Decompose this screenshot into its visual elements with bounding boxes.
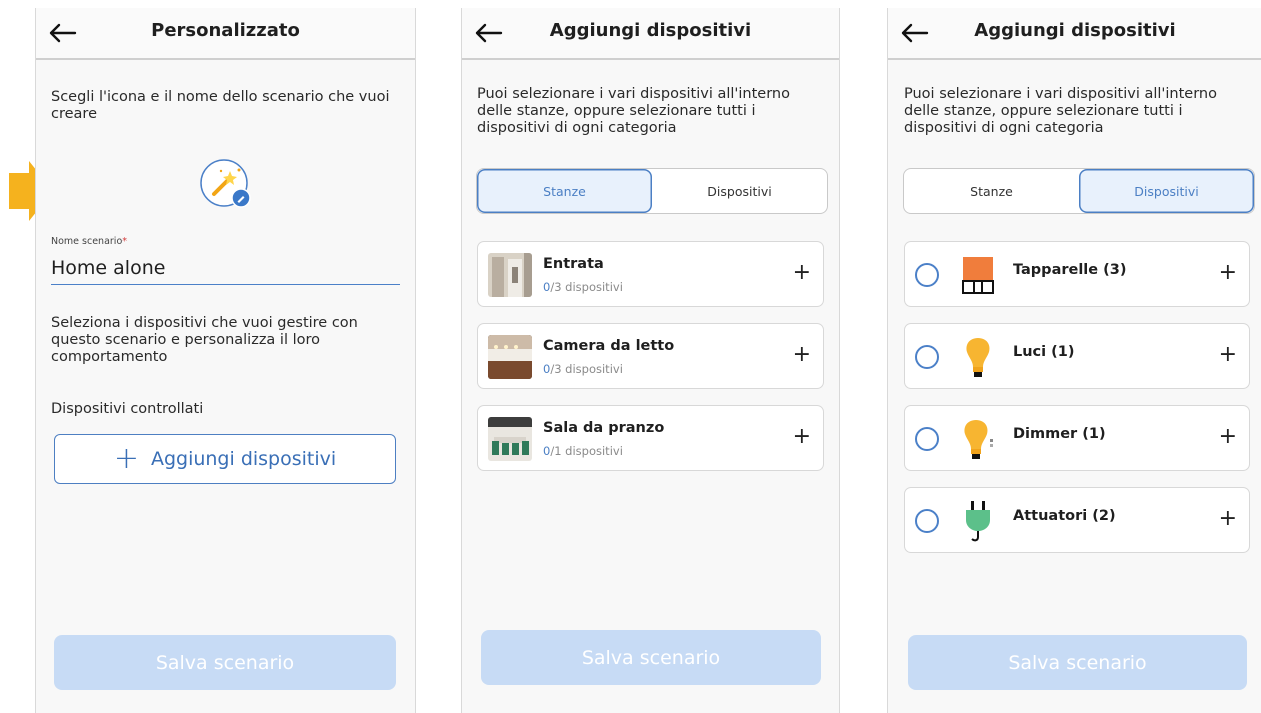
- select-radio[interactable]: [915, 263, 939, 287]
- screen-add-devices-rooms: Aggiungi dispositivi Puoi selezionare i …: [461, 8, 840, 713]
- category-label: Dimmer (1): [1013, 426, 1106, 442]
- expand-plus-icon[interactable]: +: [1219, 262, 1237, 284]
- room-card-entrata[interactable]: Entrata 0/3 dispositivi +: [477, 241, 824, 307]
- scenario-name-label: Nome scenario*: [51, 236, 128, 247]
- dimmer-icon: [964, 420, 993, 459]
- intro-text: Scegli l'icona e il nome dello scenario …: [51, 89, 390, 122]
- select-radio[interactable]: [915, 427, 939, 451]
- tab-rooms[interactable]: Stanze: [904, 169, 1079, 213]
- category-label: Luci (1): [1013, 344, 1075, 360]
- category-card-attuatori[interactable]: Attuatori (2) +: [904, 487, 1250, 553]
- view-toggle: Stanze Dispositivi: [903, 168, 1255, 214]
- save-scenario-button[interactable]: Salva scenario: [481, 630, 821, 685]
- input-underline: [51, 284, 400, 285]
- help-text: Seleziona i dispositivi che vuoi gestire…: [51, 315, 358, 365]
- category-card-luci[interactable]: Luci (1) +: [904, 323, 1250, 389]
- intro-text: Puoi selezionare i vari dispositivi all'…: [904, 86, 1217, 136]
- room-name: Entrata: [543, 256, 604, 272]
- category-label: Tapparelle (3): [1013, 262, 1127, 278]
- bulb-icon: [966, 338, 990, 377]
- page-title: Aggiungi dispositivi: [974, 20, 1176, 41]
- select-radio[interactable]: [915, 509, 939, 533]
- header: Personalizzato: [36, 8, 415, 60]
- room-photo-camera-da-letto: [488, 335, 532, 379]
- room-device-count: 0/3 dispositivi: [543, 362, 623, 376]
- shutter-icon: [962, 257, 994, 294]
- screen-custom-scenario: Personalizzato Scegli l'icona e il nome …: [35, 8, 416, 713]
- room-name: Camera da letto: [543, 338, 675, 354]
- devices-heading: Dispositivi controllati: [51, 401, 204, 417]
- expand-plus-icon[interactable]: +: [1219, 344, 1237, 366]
- tab-rooms[interactable]: Stanze: [477, 169, 652, 213]
- magic-wand-icon[interactable]: [199, 158, 251, 210]
- page-title: Personalizzato: [151, 20, 300, 41]
- intro-text: Puoi selezionare i vari dispositivi all'…: [477, 86, 790, 136]
- save-scenario-button[interactable]: Salva scenario: [908, 635, 1247, 690]
- add-devices-button[interactable]: + Aggiungi dispositivi: [54, 434, 396, 484]
- tab-devices[interactable]: Dispositivi: [652, 169, 827, 213]
- expand-plus-icon[interactable]: +: [1219, 508, 1237, 530]
- screen-add-devices-categories: Aggiungi dispositivi Puoi selezionare i …: [887, 8, 1261, 713]
- page-title: Aggiungi dispositivi: [549, 20, 752, 41]
- save-scenario-button[interactable]: Salva scenario: [54, 635, 396, 690]
- category-card-tapparelle[interactable]: Tapparelle (3) +: [904, 241, 1250, 307]
- room-device-count: 0/3 dispositivi: [543, 280, 623, 294]
- plug-icon: [966, 501, 990, 542]
- expand-plus-icon[interactable]: +: [1219, 426, 1237, 448]
- header: Aggiungi dispositivi: [462, 8, 839, 60]
- scenario-name-input[interactable]: Home alone: [51, 257, 165, 279]
- view-toggle: Stanze Dispositivi: [476, 168, 828, 214]
- tab-devices[interactable]: Dispositivi: [1079, 169, 1254, 213]
- expand-plus-icon[interactable]: +: [793, 426, 811, 448]
- header: Aggiungi dispositivi: [888, 8, 1261, 60]
- select-radio[interactable]: [915, 345, 939, 369]
- expand-plus-icon[interactable]: +: [793, 344, 811, 366]
- room-photo-sala-da-pranzo: [488, 417, 532, 461]
- add-devices-label: Aggiungi dispositivi: [150, 448, 337, 470]
- category-card-dimmer[interactable]: Dimmer (1) +: [904, 405, 1250, 471]
- room-card-sala-da-pranzo[interactable]: Sala da pranzo 0/1 dispositivi +: [477, 405, 824, 471]
- room-device-count: 0/1 dispositivi: [543, 444, 623, 458]
- expand-plus-icon[interactable]: +: [793, 262, 811, 284]
- room-photo-entrata: [488, 253, 532, 297]
- plus-icon: +: [113, 441, 139, 476]
- room-card-camera-da-letto[interactable]: Camera da letto 0/3 dispositivi +: [477, 323, 824, 389]
- room-name: Sala da pranzo: [543, 420, 665, 436]
- category-label: Attuatori (2): [1013, 508, 1116, 524]
